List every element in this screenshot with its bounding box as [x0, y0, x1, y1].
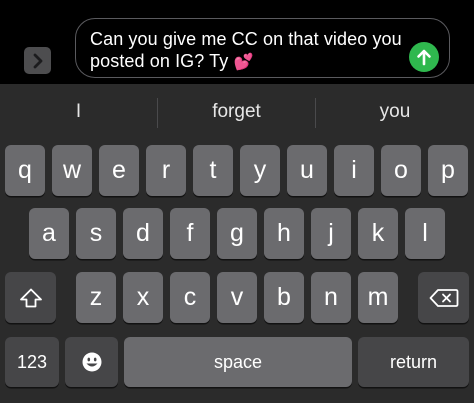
- key-s[interactable]: s: [76, 208, 116, 259]
- key-label: w: [62, 156, 82, 184]
- numbers-key[interactable]: 123: [5, 337, 59, 387]
- ios-keyboard-screen: Can you give me CC on that video you pos…: [0, 0, 474, 403]
- send-button[interactable]: [409, 42, 439, 72]
- key-g[interactable]: g: [217, 208, 257, 259]
- key-label: m: [367, 283, 389, 311]
- key-label: x: [136, 283, 150, 311]
- key-v[interactable]: v: [217, 272, 257, 323]
- key-w[interactable]: w: [52, 145, 92, 196]
- shift-key[interactable]: [5, 272, 56, 323]
- key-label: a: [42, 219, 56, 247]
- key-j[interactable]: j: [311, 208, 351, 259]
- backspace-icon: [429, 288, 458, 307]
- key-label: 123: [16, 351, 48, 372]
- shift-arrow-icon: [19, 288, 42, 307]
- key-i[interactable]: i: [334, 145, 374, 196]
- message-line-2: posted on IG? Ty 💕: [90, 50, 410, 74]
- key-label: z: [89, 283, 103, 311]
- key-y[interactable]: y: [240, 145, 280, 196]
- key-label: s: [89, 219, 103, 247]
- key-h[interactable]: h: [264, 208, 304, 259]
- key-label: i: [351, 156, 357, 184]
- message-line-1: Can you give me CC on that video you: [90, 29, 402, 49]
- key-label: p: [441, 156, 455, 184]
- key-label: h: [277, 219, 291, 247]
- key-n[interactable]: n: [311, 272, 351, 323]
- key-label: c: [183, 283, 197, 311]
- key-label: space: [213, 351, 263, 372]
- key-q[interactable]: q: [5, 145, 45, 196]
- key-label: b: [277, 283, 291, 311]
- suggestion-2[interactable]: forget: [158, 84, 315, 140]
- key-r[interactable]: r: [146, 145, 186, 196]
- space-key[interactable]: space: [124, 337, 352, 387]
- key-o[interactable]: o: [381, 145, 421, 196]
- emoji-face-icon: [82, 352, 101, 372]
- delete-key[interactable]: [418, 272, 469, 323]
- key-u[interactable]: u: [287, 145, 327, 196]
- key-k[interactable]: k: [358, 208, 398, 259]
- key-label: y: [253, 156, 267, 184]
- expand-apps-button[interactable]: [24, 47, 51, 74]
- key-f[interactable]: f: [170, 208, 210, 259]
- key-p[interactable]: p: [428, 145, 468, 196]
- key-t[interactable]: t: [193, 145, 233, 196]
- suggestion-3[interactable]: you: [316, 84, 474, 140]
- key-label: v: [230, 283, 244, 311]
- message-input[interactable]: Can you give me CC on that video you pos…: [75, 18, 450, 78]
- key-m[interactable]: m: [358, 272, 398, 323]
- key-label: g: [230, 219, 244, 247]
- key-label: l: [422, 219, 428, 247]
- key-l[interactable]: l: [405, 208, 445, 259]
- chevron-right-icon: [33, 53, 42, 68]
- message-line-2-text: posted on IG? Ty: [90, 51, 229, 71]
- key-label: d: [136, 219, 150, 247]
- predictive-text-bar: I forget you: [0, 84, 474, 140]
- key-label: u: [300, 156, 314, 184]
- key-x[interactable]: x: [123, 272, 163, 323]
- key-b[interactable]: b: [264, 272, 304, 323]
- key-label: j: [328, 219, 334, 247]
- emoji-key[interactable]: [65, 337, 118, 387]
- key-label: n: [324, 283, 338, 311]
- key-a[interactable]: a: [29, 208, 69, 259]
- two-hearts-emoji: 💕: [233, 54, 254, 71]
- key-d[interactable]: d: [123, 208, 163, 259]
- key-label: k: [371, 219, 385, 247]
- key-label: f: [186, 219, 194, 247]
- message-text: Can you give me CC on that video you pos…: [90, 28, 410, 74]
- return-key[interactable]: return: [358, 337, 469, 387]
- key-label: o: [394, 156, 408, 184]
- arrow-up-icon: [417, 49, 431, 66]
- key-c[interactable]: c: [170, 272, 210, 323]
- key-z[interactable]: z: [76, 272, 116, 323]
- key-label: r: [161, 156, 171, 184]
- key-label: q: [18, 156, 32, 184]
- key-e[interactable]: e: [99, 145, 139, 196]
- key-label: t: [209, 156, 217, 184]
- suggestion-1[interactable]: I: [0, 84, 157, 140]
- key-label: return: [389, 351, 438, 372]
- message-composer: Can you give me CC on that video you pos…: [0, 0, 474, 84]
- key-label: e: [112, 156, 126, 184]
